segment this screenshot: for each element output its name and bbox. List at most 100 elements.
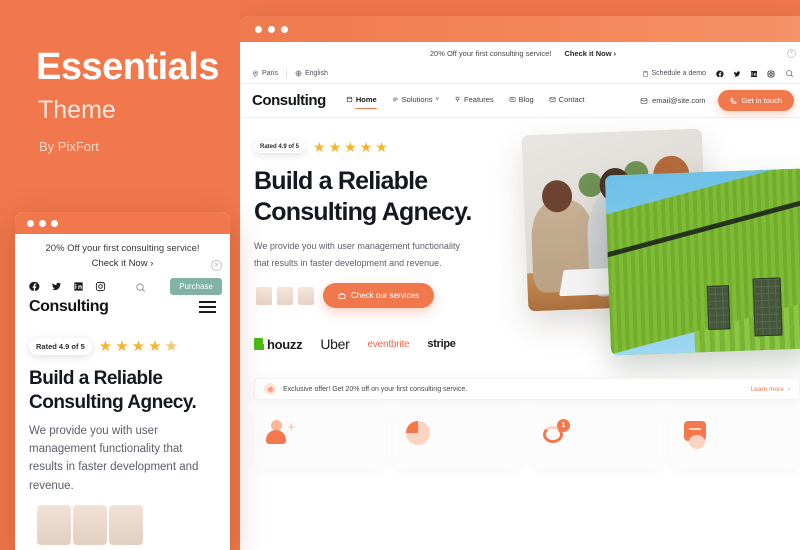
schedule-demo-link[interactable]: Schedule a demo (642, 70, 706, 78)
nav-item-blog[interactable]: Blog (509, 95, 534, 106)
search-icon[interactable] (785, 65, 794, 83)
news-icon (509, 97, 516, 102)
window-dot-close[interactable] (27, 219, 34, 227)
hero-image-building (604, 168, 800, 356)
add-user-icon: + (264, 418, 295, 448)
logo-stripe: stripe (427, 338, 456, 351)
instagram-icon[interactable] (767, 65, 775, 83)
linkedin-icon[interactable] (750, 65, 758, 83)
feature-card[interactable]: 1 (531, 408, 662, 468)
avatar (109, 504, 143, 545)
language-selector[interactable]: English (295, 70, 328, 77)
twitter-icon[interactable] (51, 281, 62, 292)
star-icon: ★ (115, 338, 129, 355)
star-icon: ★ (344, 139, 357, 155)
note-card-icon (680, 418, 710, 449)
check-our-services-button[interactable]: Check our services (323, 283, 435, 309)
logo-houzz: houzz (254, 336, 303, 352)
instagram-icon[interactable] (95, 281, 106, 292)
close-icon[interactable]: × (211, 260, 222, 271)
phone-viewport: 20% Off your first consulting service! ×… (15, 234, 230, 550)
contact-email[interactable]: email@site.com (640, 96, 706, 105)
check-our-services-label: Check our services (351, 291, 420, 301)
phone-announcement: 20% Off your first consulting service! × (15, 234, 230, 271)
brand-logo[interactable]: Consulting (29, 298, 109, 316)
feature-card[interactable] (669, 408, 800, 468)
page-title: Essentials (36, 46, 220, 88)
offer-text: Exclusive offer! Get 20% off on your fir… (283, 385, 468, 393)
location-label: Paris (262, 70, 278, 77)
mail-icon (549, 97, 556, 102)
announcement-cta-link[interactable]: Check it Now › (564, 49, 616, 58)
offer-icon (264, 383, 276, 395)
phone-icon (729, 96, 737, 104)
window-dot-close[interactable] (255, 25, 262, 33)
star-icon: ★ (164, 338, 179, 355)
trophy-icon (455, 96, 460, 102)
nav-links: Home Solutions ˅ Features Blog Contact (346, 95, 585, 109)
window-dot-minimize[interactable] (39, 219, 46, 227)
page-subtitle: Theme (38, 96, 116, 124)
page-byline: By PixFort (39, 139, 99, 154)
star-icon: ★ (148, 338, 162, 355)
facebook-icon[interactable] (716, 65, 724, 83)
star-rating: ★ ★ ★ ★ ★ (99, 339, 178, 354)
social-links (716, 65, 775, 83)
hamburger-icon[interactable] (199, 301, 216, 313)
announcement-text: 20% Off your first consulting service! (429, 48, 552, 58)
pie-chart-icon (403, 418, 433, 448)
briefcase-icon (338, 293, 346, 299)
nav-item-features[interactable]: Features (454, 95, 494, 106)
utility-left-group: Paris English (252, 69, 328, 78)
nav-item-label: Blog (518, 95, 534, 104)
feature-card[interactable]: + (254, 408, 385, 468)
browser-chrome (240, 16, 800, 42)
learn-more-label: Learn more (750, 385, 784, 393)
chevron-right-icon: › (787, 385, 790, 393)
phone-announcement-text: 20% Off your first consulting service! (45, 243, 200, 254)
brand-logo[interactable]: Consulting (252, 92, 326, 109)
nav-item-home[interactable]: Home (346, 95, 377, 109)
window-dot-maximize[interactable] (281, 25, 288, 33)
chevron-down-icon: ˅ (435, 96, 440, 103)
phone-rating-row: Rated 4.9 of 5 ★ ★ ★ ★ ★ (15, 316, 230, 355)
avatar (37, 504, 71, 545)
feature-card[interactable] (392, 408, 523, 468)
avatar (296, 284, 316, 307)
hero-heading: Build a Reliable Consulting Agnecy. (254, 166, 514, 227)
hero-content: Rated 4.9 of 5 ★ ★ ★ ★ ★ Build a Reliabl… (254, 140, 514, 352)
star-icon: ★ (98, 338, 113, 355)
purchase-button[interactable]: Purchase (170, 278, 222, 295)
learn-more-link[interactable]: Learn more › (751, 386, 790, 393)
phone-announcement-cta[interactable]: Check it Now › (15, 258, 230, 275)
avatar (275, 284, 295, 307)
search-icon[interactable] (135, 282, 146, 293)
exclusive-offer-bar: Exclusive offer! Get 20% off on your fir… (254, 378, 800, 400)
get-in-touch-button[interactable]: Get in touch (717, 90, 794, 111)
browser-window: 20% Off your first consulting service! C… (240, 16, 800, 550)
twitter-icon[interactable] (733, 65, 741, 83)
nav-item-solutions[interactable]: Solutions ˅ (392, 95, 439, 106)
hero-paragraph-line-1: We provide you with user management func… (254, 241, 460, 251)
star-icon: ★ (328, 139, 342, 155)
customer-avatars (254, 284, 317, 307)
window-dot-maximize[interactable] (51, 219, 58, 227)
linkedin-icon[interactable] (73, 281, 84, 292)
close-icon[interactable]: × (787, 48, 796, 58)
hero-rating-row: Rated 4.9 of 5 ★ ★ ★ ★ ★ (254, 140, 514, 154)
phone-social-row: Purchase (15, 275, 230, 295)
logo-label: houzz (267, 336, 303, 352)
nav-item-label: Features (464, 95, 494, 104)
window-dot-minimize[interactable] (268, 25, 275, 33)
nav-item-label: Contact (558, 95, 585, 104)
utility-right-group: Schedule a demo (642, 65, 794, 83)
nav-item-contact[interactable]: Contact (549, 95, 585, 106)
phone-mockup: 20% Off your first consulting service! ×… (15, 212, 230, 550)
star-rating: ★ ★ ★ ★ ★ (313, 140, 388, 154)
facebook-icon[interactable] (29, 281, 40, 292)
announcement-bar: 20% Off your first consulting service! C… (240, 42, 800, 64)
contact-email-label: email@site.com (652, 96, 706, 105)
location-selector[interactable]: Paris (252, 70, 278, 77)
logo-eventbrite: eventbrite (367, 338, 410, 350)
mail-icon (640, 97, 648, 104)
